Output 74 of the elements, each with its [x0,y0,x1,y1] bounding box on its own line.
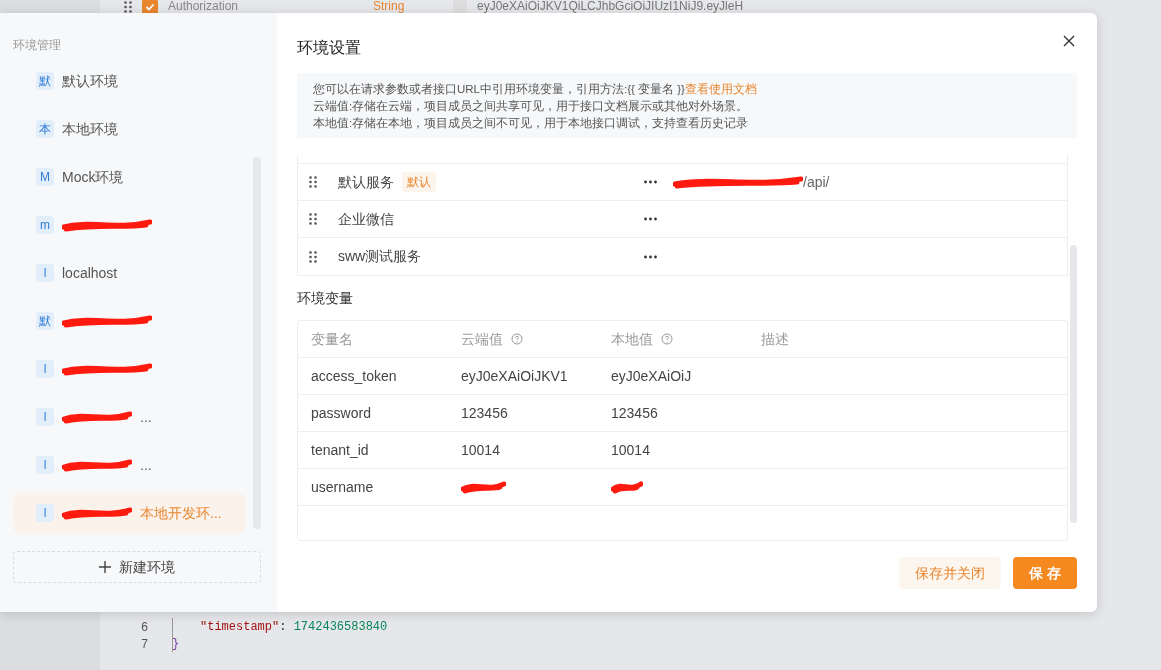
drag-handle-icon[interactable] [124,0,132,13]
environment-badge: l [36,456,54,474]
check-icon [145,1,155,12]
header-value: eyJ0eXAiOiJKV1QiLCJhbGciOiJIUzI1NiJ9.eyJleH [477,0,744,13]
drag-handle-icon[interactable] [309,176,317,188]
environment-name: localhost [62,263,118,283]
environment-item[interactable]: 本 本地环境 [13,109,245,149]
code-line: "timestamp": 1742436583840 [200,618,388,636]
service-row[interactable]: 默认服务 默认 /api/ [298,164,1067,201]
service-name: 企业微信 [338,209,394,229]
service-row[interactable]: 企业微信 [298,201,1067,238]
environment-item[interactable]: l localhost [13,253,245,293]
environment-item[interactable]: l ... [13,445,245,485]
environment-badge: l [36,408,54,426]
environment-badge: 本 [36,120,54,138]
default-tag: 默认 [402,172,436,192]
table-cell-text: 123456 [461,403,509,423]
table-cell-text: eyJ0eXAiOiJKV1 [461,366,569,386]
sidebar-title: 环境管理 [13,37,62,53]
environment-name: 本地开发环... [140,503,222,523]
table-cell-text: password [311,403,372,423]
info-text: 您可以在请求参数或者接口URL中引用环境变量，引用方法:{{ 变量名 }}查看使用文档 [313,82,758,97]
line-number: 7 [140,635,148,653]
line-number: 6 [140,618,148,636]
more-icon[interactable] [644,254,657,259]
info-text: 云端值:存储在云端，项目成员之间共享可见，用于接口文档展示或其他对外场景。 [313,99,750,114]
service-url: /api/ [803,172,830,192]
table-cell-text: 10014 [461,440,501,460]
table-cell-text: access_token [311,366,398,386]
environment-item[interactable]: l ... [13,397,245,437]
close-icon[interactable] [1063,35,1075,47]
table-cell-text: username [311,477,375,497]
environment-name: 本地环境 [62,119,118,139]
environment-badge: 默 [36,72,54,90]
environment-badge: l [36,360,54,378]
new-environment-button[interactable]: 新建环境 [13,551,261,583]
environment-item[interactable]: l 本地开发环... [13,493,245,533]
environment-badge: m [36,216,54,234]
environment-item[interactable]: 默 [13,301,245,341]
table-cell-text: 123456 [611,403,659,423]
environment-badge: l [36,504,54,522]
header-checkbox[interactable] [142,0,158,15]
drag-handle-icon[interactable] [309,213,317,225]
environment-item[interactable]: M Mock环境 [13,157,245,197]
code-line: } [172,635,180,653]
more-icon[interactable] [644,217,657,221]
service-name: sww测试服务 [338,247,422,266]
environment-name: ... [140,455,152,475]
scrollbar[interactable] [1070,245,1077,523]
environment-item[interactable]: 默 默认环境 [13,61,245,101]
dialog-title: 环境设置 [297,38,361,58]
environment-name: ... [140,407,152,427]
info-text: 本地值:存储在本地，项目成员之间不可见，用于本地接口调试，支持查看历史记录 [313,116,750,131]
environment-item[interactable]: l [13,349,245,389]
more-icon[interactable] [644,180,657,184]
column-header: 变量名 [311,329,353,349]
section-title: 环境变量 [297,289,354,307]
table-cell-text: tenant_id [311,440,370,460]
environment-name: 默认环境 [62,71,118,91]
column-header: 云端值 [461,329,503,349]
service-row[interactable]: sww测试服务 [298,238,1067,275]
table-cell-text: eyJ0eXAiOiJ [611,366,693,386]
column-header: 描述 [761,329,789,349]
environment-badge: 默 [36,312,54,330]
column-header: 本地值 [611,329,653,349]
service-name: 默认服务 [338,172,394,192]
environment-item[interactable]: m [13,205,245,245]
environment-name: Mock环境 [62,167,124,187]
plus-icon [99,561,111,573]
environment-badge: l [36,264,54,282]
header-key: Authorization [168,0,363,13]
table-cell-text: 10014 [611,440,651,460]
drag-handle-icon[interactable] [309,250,317,263]
environment-badge: M [36,168,54,186]
